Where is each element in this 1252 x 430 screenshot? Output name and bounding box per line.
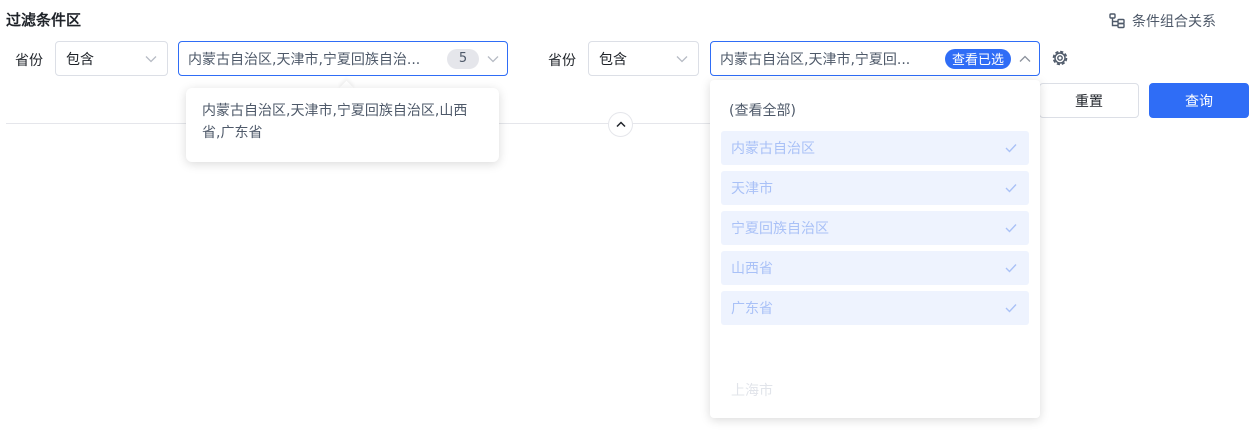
flow-branch-icon [1109,13,1125,29]
filter-2-value-text: 内蒙古自治区,天津市,宁夏回... [720,51,911,68]
filter-1-value-select[interactable]: 内蒙古自治区,天津市,宁夏回族自治... 5 [178,41,508,76]
dropdown-option[interactable]: 内蒙古自治区 [721,131,1029,165]
view-selected-badge[interactable]: 查看已选 [944,48,1011,69]
option-label: 山西省 [731,261,773,277]
filter-1-value-text: 内蒙古自治区,天津市,宁夏回族自治... [188,51,421,68]
selected-values-tooltip: 内蒙古自治区,天津市,宁夏回族自治区,山西省,广东省 [186,88,499,162]
check-icon [1005,304,1017,313]
collapse-toggle-button[interactable] [608,112,633,137]
selected-count-badge[interactable]: 5 [447,48,479,69]
condition-combination-link[interactable]: 条件组合关系 [1109,11,1216,31]
filter-1-field-label: 省份 [15,53,43,69]
filter-2-operator-value: 包含 [599,51,627,68]
filter-2-field-label: 省份 [548,53,576,69]
filter-2-operator-select[interactable]: 包含 [588,41,699,76]
option-label: 宁夏回族自治区 [731,221,829,237]
chevron-down-icon [145,55,157,62]
check-icon [1005,144,1017,153]
gear-icon[interactable] [1050,48,1070,68]
chevron-down-icon [487,55,499,62]
dropdown-option[interactable]: 天津市 [721,171,1029,205]
option-label: 广东省 [731,301,773,317]
check-icon [1005,224,1017,233]
query-button[interactable]: 查询 [1149,83,1249,118]
filter-1-operator-value: 包含 [66,51,94,68]
option-label: 天津市 [731,181,773,197]
check-icon [1005,184,1017,193]
check-icon [1005,264,1017,273]
option-label: 内蒙古自治区 [731,141,815,157]
condition-combination-label: 条件组合关系 [1132,14,1216,30]
filter-2-value-select[interactable]: 内蒙古自治区,天津市,宁夏回... 查看已选 [710,41,1040,76]
chevron-down-icon [676,55,688,62]
filter-1-operator-select[interactable]: 包含 [55,41,168,76]
chevron-up-icon [615,121,626,128]
chevron-up-icon [1019,55,1031,62]
dropdown-option[interactable]: 山西省 [721,251,1029,285]
dropdown-option-faded[interactable]: 上海市 [731,380,773,400]
dropdown-option[interactable]: 广东省 [721,291,1029,325]
dropdown-option[interactable]: 宁夏回族自治区 [721,211,1029,245]
view-all-option[interactable]: (查看全部) [729,100,796,120]
reset-button[interactable]: 重置 [1039,83,1139,118]
section-title: 过滤条件区 [6,11,82,29]
province-dropdown: (查看全部) 内蒙古自治区 天津市 宁夏回族自治区 山西省 广东省 上海市 [710,80,1040,418]
